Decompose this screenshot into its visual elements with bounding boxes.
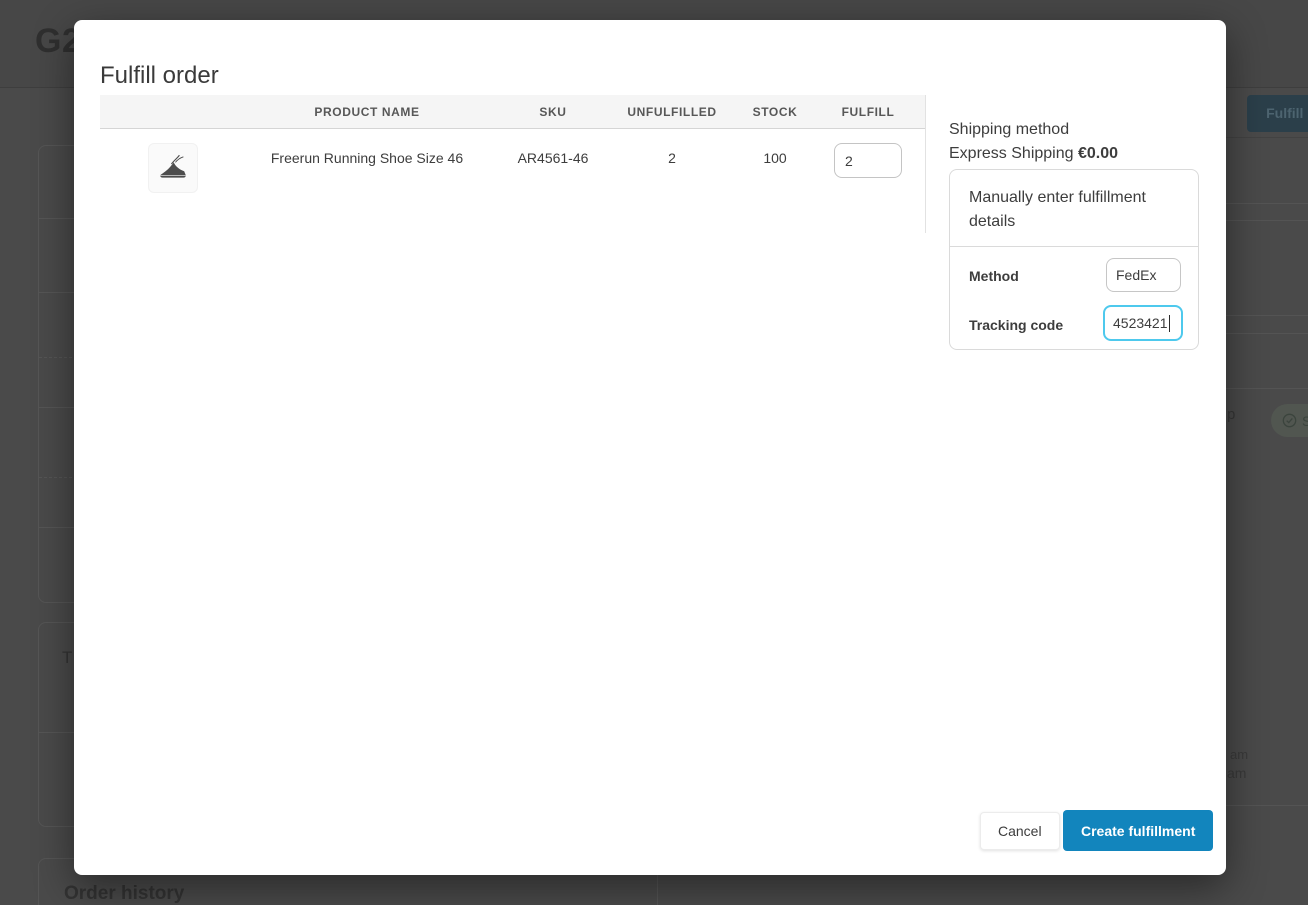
text-cursor <box>1168 314 1170 332</box>
tracking-code-value: 4523421 <box>1113 315 1168 331</box>
shipping-carrier-input[interactable] <box>1106 258 1181 292</box>
check-circle-icon <box>1282 413 1297 428</box>
cell-stock: 100 <box>763 150 787 166</box>
shipping-method-heading: Shipping method <box>949 121 1070 138</box>
divider <box>950 246 1198 247</box>
method-label: Method <box>969 268 1019 284</box>
column-header-sku: SKU <box>539 104 567 119</box>
shipping-method-value: Express Shipping €0.00 <box>949 145 1119 162</box>
column-header-product-name: PRODUCT NAME <box>314 104 420 119</box>
tracking-code-input[interactable]: 4523421 <box>1103 305 1183 341</box>
background-payment-card-label: T <box>62 648 73 667</box>
tracking-code-label: Tracking code <box>969 317 1064 333</box>
status-badge-label: Se <box>1302 412 1308 429</box>
cancel-button[interactable]: Cancel <box>980 812 1060 850</box>
cell-sku: AR4561-46 <box>517 150 589 166</box>
background-timestamp: am <box>1230 747 1249 762</box>
column-header-stock: STOCK <box>752 104 798 119</box>
status-badge: Se <box>1271 404 1308 437</box>
background-partial-text: p <box>1227 406 1236 423</box>
manual-fulfillment-title: Manually enter fulfillment details <box>969 189 1146 230</box>
sneaker-icon <box>160 154 186 178</box>
shipping-panel: Shipping method Express Shipping €0.00 M… <box>949 20 1199 875</box>
background-fulfill-order-button[interactable]: Fulfill o <box>1247 95 1308 132</box>
order-history-heading: Order history <box>64 883 185 904</box>
fulfill-quantity-input[interactable] <box>834 143 902 178</box>
column-header-unfulfilled: UNFULFILLED <box>627 104 717 119</box>
table-right-divider <box>925 95 926 233</box>
cell-unfulfilled: 2 <box>668 150 676 166</box>
column-header-fulfill: FULFILL <box>841 104 895 119</box>
shipping-price: €0.00 <box>1077 145 1119 162</box>
cell-product-name: Freerun Running Shoe Size 46 <box>270 150 464 166</box>
create-fulfillment-button[interactable]: Create fulfillment <box>1063 810 1214 851</box>
dialog-title: Fulfill order <box>100 62 219 89</box>
background-timestamp: am <box>1227 765 1247 781</box>
product-thumbnail <box>148 143 198 193</box>
fulfill-order-dialog: Fulfill order PRODUCT NAME SKU UNFULFILL… <box>74 20 1226 875</box>
manual-fulfillment-box: Manually enter fulfillment details Metho… <box>949 169 1199 350</box>
products-table-header: PRODUCT NAME SKU UNFULFILLED STOCK FULFI… <box>100 95 925 129</box>
table-row: Freerun Running Shoe Size 46 AR4561-46 2… <box>100 129 925 233</box>
